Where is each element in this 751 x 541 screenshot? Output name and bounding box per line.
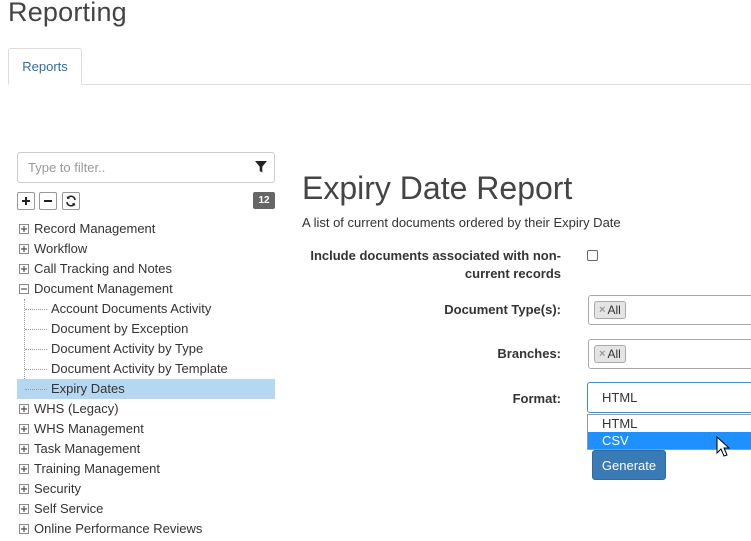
tree-item-training-management[interactable]: Training Management bbox=[17, 459, 275, 479]
include-noncurrent-label-line2: current records bbox=[464, 266, 561, 281]
tree-item-expiry-dates[interactable]: Expiry Dates bbox=[17, 379, 275, 399]
expand-all-button[interactable] bbox=[17, 192, 35, 210]
expand-icon[interactable] bbox=[19, 404, 29, 414]
tree-item-self-service[interactable]: Self Service bbox=[17, 499, 275, 519]
tree-item-workflow[interactable]: Workflow bbox=[17, 239, 275, 259]
document-type-chip: × All bbox=[594, 301, 626, 319]
expand-icon[interactable] bbox=[19, 484, 29, 494]
chip-label: All bbox=[607, 347, 621, 361]
branches-select[interactable]: × All bbox=[588, 339, 751, 369]
tree-item-label: Account Documents Activity bbox=[51, 301, 212, 316]
report-title: Expiry Date Report bbox=[302, 170, 573, 206]
tree-item-document-management[interactable]: Document Management bbox=[17, 279, 275, 299]
expand-icon[interactable] bbox=[19, 264, 29, 274]
format-option-html[interactable]: HTML bbox=[588, 415, 751, 432]
generate-button[interactable]: Generate bbox=[592, 450, 666, 480]
plus-icon bbox=[22, 197, 30, 205]
format-select[interactable]: HTML bbox=[587, 382, 751, 413]
expand-icon[interactable] bbox=[19, 524, 29, 534]
format-option-csv[interactable]: CSV bbox=[588, 432, 751, 449]
tree-item-label: Expiry Dates bbox=[51, 381, 125, 396]
tab-reports[interactable]: Reports bbox=[8, 48, 82, 85]
tree-item-whs-management[interactable]: WHS Management bbox=[17, 419, 275, 439]
filter-input[interactable] bbox=[18, 153, 244, 182]
expand-icon[interactable] bbox=[19, 424, 29, 434]
tree-item-online-performance-reviews[interactable]: Online Performance Reviews bbox=[17, 519, 275, 539]
tree-item-label: Record Management bbox=[34, 221, 156, 236]
tree-item-label: WHS Management bbox=[34, 421, 144, 436]
format-dropdown: HTML CSV bbox=[587, 414, 751, 450]
tree-connector bbox=[25, 309, 47, 310]
tree-item-label: Document by Exception bbox=[51, 321, 189, 336]
tree-item-document-activity-by-template[interactable]: Document Activity by Template bbox=[17, 359, 275, 379]
tree-connector bbox=[25, 369, 47, 370]
collapse-icon[interactable] bbox=[19, 284, 29, 294]
remove-chip-icon[interactable]: × bbox=[599, 302, 605, 318]
expand-icon[interactable] bbox=[19, 504, 29, 514]
filter-icon[interactable] bbox=[255, 161, 267, 173]
tabs-divider bbox=[8, 84, 751, 85]
tree-item-task-management[interactable]: Task Management bbox=[17, 439, 275, 459]
expand-icon[interactable] bbox=[19, 444, 29, 454]
tree-item-call-tracking[interactable]: Call Tracking and Notes bbox=[17, 259, 275, 279]
report-tree: Record Management Workflow Call Tracking… bbox=[17, 219, 275, 539]
tree-item-security[interactable]: Security bbox=[17, 479, 275, 499]
tree-item-label: Security bbox=[34, 481, 81, 496]
tree-item-label: Workflow bbox=[34, 241, 88, 256]
include-noncurrent-label: Include documents associated with non- c… bbox=[310, 247, 561, 283]
tree-item-label: Task Management bbox=[34, 441, 141, 456]
document-types-select[interactable]: × All bbox=[588, 295, 751, 325]
tree-item-document-by-exception[interactable]: Document by Exception bbox=[17, 319, 275, 339]
tree-item-label: Document Management bbox=[34, 281, 173, 296]
branches-label: Branches: bbox=[497, 346, 561, 361]
include-noncurrent-label-line1: Include documents associated with non- bbox=[310, 248, 561, 263]
minus-icon bbox=[44, 200, 52, 202]
expand-icon[interactable] bbox=[19, 244, 29, 254]
collapse-all-button[interactable] bbox=[39, 192, 57, 210]
tree-item-document-activity-by-type[interactable]: Document Activity by Type bbox=[17, 339, 275, 359]
tree-connector bbox=[25, 349, 47, 350]
tree-connector bbox=[25, 389, 47, 390]
tree-connector bbox=[25, 329, 47, 330]
report-description: A list of current documents ordered by t… bbox=[302, 215, 621, 230]
tree-item-label: Call Tracking and Notes bbox=[34, 261, 173, 276]
expand-icon[interactable] bbox=[19, 464, 29, 474]
tree-item-label: Online Performance Reviews bbox=[34, 521, 203, 536]
tree-filter bbox=[17, 152, 275, 183]
refresh-button[interactable] bbox=[62, 192, 80, 210]
tree-item-account-documents-activity[interactable]: Account Documents Activity bbox=[17, 299, 275, 319]
tree-item-label: Document Activity by Type bbox=[51, 341, 204, 356]
format-label: Format: bbox=[512, 391, 561, 406]
branch-chip: × All bbox=[594, 345, 626, 363]
chip-label: All bbox=[607, 303, 621, 317]
tree-item-label: WHS (Legacy) bbox=[34, 401, 119, 416]
tree-item-whs-legacy[interactable]: WHS (Legacy) bbox=[17, 399, 275, 419]
document-types-label: Document Type(s): bbox=[444, 302, 561, 317]
expand-icon[interactable] bbox=[19, 224, 29, 234]
tree-item-label: Self Service bbox=[34, 501, 104, 516]
page-title: Reporting bbox=[8, 0, 127, 27]
tree-item-label: Training Management bbox=[34, 461, 160, 476]
include-noncurrent-checkbox[interactable] bbox=[587, 250, 598, 261]
tree-item-label: Document Activity by Template bbox=[51, 361, 228, 376]
remove-chip-icon[interactable]: × bbox=[599, 346, 605, 362]
report-count-badge: 12 bbox=[253, 192, 275, 209]
tree-item-record-management[interactable]: Record Management bbox=[17, 219, 275, 239]
refresh-icon bbox=[66, 195, 76, 207]
